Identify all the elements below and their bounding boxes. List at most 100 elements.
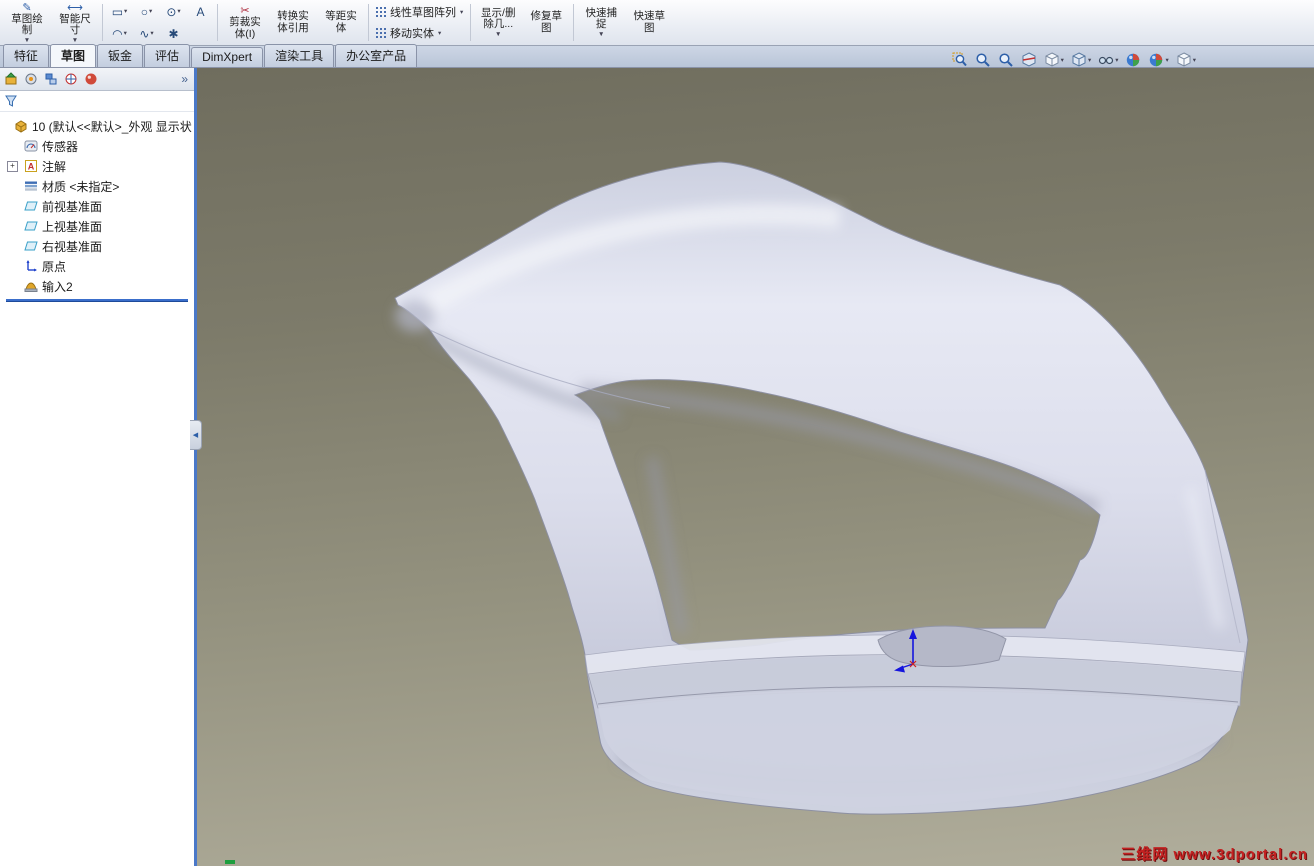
spline-tool-button[interactable]: ∿ ▾ — [133, 23, 160, 45]
edit-appearance-icon — [1125, 52, 1141, 68]
dimension-icon: ⟷ — [67, 1, 83, 14]
chevron-down-icon: ▼ — [495, 30, 502, 38]
tab-sheet-metal[interactable]: 钣金 — [97, 44, 144, 67]
tree-item-label: 传感器 — [42, 139, 79, 154]
tree-item-annotations[interactable]: + A 注解 — [0, 156, 194, 176]
display-delete-relations-button[interactable]: 显示/删 除几... ▼ — [474, 1, 522, 44]
filter-funnel-icon[interactable] — [4, 94, 18, 108]
tab-evaluate[interactable]: 评估 — [144, 44, 191, 67]
smart-dimension-button[interactable]: ⟷ 智能尺 寸 ▼ — [51, 1, 99, 44]
plane-icon — [24, 241, 38, 251]
repair-sketch-button[interactable]: 修复草 图 — [522, 1, 570, 44]
circle-tool-button[interactable]: ○ ▾ — [133, 1, 160, 23]
tree-item-top-plane[interactable]: 上视基准面 — [0, 216, 194, 236]
featuremanager-panel: » 10 (默认<<默认>_外观 显示状 传感器 + A 注解 材质 <未指定>… — [0, 68, 197, 866]
convert-entities-label: 转换实 体引用 — [277, 10, 309, 34]
section-view-button[interactable] — [1021, 52, 1037, 68]
linear-pattern-button[interactable]: 线性草图阵列 ▾ — [372, 3, 467, 22]
toolbar-separator — [102, 4, 103, 41]
tab-sketch[interactable]: 草图 — [50, 44, 97, 67]
tree-item-label: 原点 — [42, 259, 67, 274]
display-style-button[interactable]: ▾ — [1071, 52, 1091, 68]
sketch-button[interactable]: ✎ 草图绘 制 ▼ — [3, 1, 51, 44]
view-orientation-button[interactable]: ▾ — [1044, 52, 1064, 68]
linear-pattern-label: 线性草图阵列 — [390, 7, 456, 19]
chevron-down-icon: ▾ — [1087, 56, 1092, 64]
centerpoint-circle-tool-button[interactable]: ⊙ ▾ — [160, 1, 187, 23]
chevron-down-icon: ▾ — [1165, 56, 1169, 64]
previous-view-button[interactable] — [998, 52, 1014, 68]
tree-item-material[interactable]: 材质 <未指定> — [0, 176, 194, 196]
move-entities-button[interactable]: 移动实体 ▾ — [372, 24, 467, 43]
tree-item-front-plane[interactable]: 前视基准面 — [0, 196, 194, 216]
sketch-entity-grid: ▭ ▾ ○ ▾ ⊙ ▾ A ◠ ▾ ∿ ▾ ✱ — [106, 1, 214, 44]
imported-body-icon — [24, 282, 38, 292]
tree-item-right-plane[interactable]: 右视基准面 — [0, 236, 194, 256]
point-tool-button[interactable]: ✱ — [160, 23, 187, 45]
dimxpertmanager-tab-icon[interactable] — [64, 72, 78, 86]
tab-office-products[interactable]: 办公室产品 — [335, 44, 418, 67]
chevron-down-icon: ▾ — [1192, 56, 1196, 64]
view-orientation-icon — [1044, 52, 1060, 68]
tree-item-label: 上视基准面 — [42, 219, 103, 234]
panel-collapse-handle[interactable]: ◀ — [190, 420, 202, 450]
rapid-sketch-label: 快速草 图 — [633, 10, 666, 34]
rectangle-tool-button[interactable]: ▭ ▾ — [106, 1, 133, 23]
offset-entities-button[interactable]: 等距实 体 — [317, 1, 365, 44]
panel-overflow-chevron[interactable]: » — [181, 72, 190, 86]
plane-icon — [24, 221, 38, 231]
view-settings-button[interactable]: ▾ — [1176, 52, 1196, 68]
chevron-down-icon: ▾ — [1115, 56, 1119, 64]
tree-item-sensors[interactable]: 传感器 — [0, 136, 194, 156]
displaymanager-tab-icon[interactable] — [84, 72, 98, 86]
smart-dimension-label: 智能尺 寸 — [59, 12, 91, 36]
propertymanager-tab-icon[interactable] — [24, 72, 38, 86]
arc-tool-icon: ◠ — [112, 26, 123, 41]
tab-render-tools[interactable]: 渲染工具 — [264, 44, 335, 67]
text-tool-button[interactable]: A — [187, 1, 214, 23]
part-icon — [15, 120, 27, 133]
expand-plus-icon[interactable]: + — [7, 161, 18, 172]
hide-show-items-button[interactable]: ▾ — [1098, 52, 1118, 68]
tree-item-imported2[interactable]: 输入2 — [0, 276, 194, 296]
tree-item-origin[interactable]: 原点 — [0, 256, 194, 276]
chevron-down-icon: ▾ — [1060, 56, 1064, 64]
toolbar-separator — [573, 4, 575, 41]
feature-tree: 10 (默认<<默认>_外观 显示状 传感器 + A 注解 材质 <未指定> 前… — [0, 112, 194, 302]
tab-features[interactable]: 特征 — [3, 44, 50, 67]
tree-item-label: 输入2 — [42, 279, 73, 294]
convert-entities-button[interactable]: 转换实 体引用 — [269, 1, 317, 44]
move-entities-label: 移动实体 — [390, 28, 434, 40]
tree-filter-bar — [0, 91, 194, 112]
rollback-bar[interactable] — [6, 299, 188, 302]
quick-snaps-button[interactable]: 快速捕 捉 ▼ — [577, 1, 625, 44]
trim-entities-button[interactable]: ✂ 剪裁实 体(I) — [221, 1, 269, 44]
chevron-down-icon: ▾ — [460, 8, 464, 16]
zoom-fit-button[interactable] — [952, 52, 968, 68]
tree-root-part[interactable]: 10 (默认<<默认>_外观 显示状 — [0, 116, 194, 136]
manager-tab-strip: » — [0, 68, 194, 91]
edit-appearance-button[interactable] — [1125, 52, 1141, 68]
move-entities-icon — [376, 28, 378, 30]
chevron-down-icon: ▼ — [71, 36, 79, 44]
rapid-sketch-button[interactable]: 快速草 图 — [625, 1, 673, 44]
graphics-viewport[interactable]: 三维网 www.3dportal.cn — [197, 68, 1314, 866]
arc-tool-button[interactable]: ◠ ▾ — [106, 23, 133, 45]
tab-dimxpert[interactable]: DimXpert — [191, 47, 264, 67]
text-tool-icon: A — [196, 4, 205, 19]
material-icon — [25, 181, 37, 191]
configurationmanager-tab-icon[interactable] — [44, 72, 58, 86]
status-marker — [225, 860, 235, 864]
pattern-move-group: 线性草图阵列 ▾ 移动实体 ▾ — [372, 1, 467, 44]
tree-item-label: 前视基准面 — [42, 199, 103, 214]
display-style-icon — [1071, 52, 1087, 68]
annotations-icon: A — [25, 160, 37, 172]
heads-up-view-toolbar: ▾ ▾ ▾ ▾ ▾ — [952, 50, 1196, 70]
previous-view-icon — [998, 52, 1014, 68]
apply-scene-button[interactable]: ▾ — [1148, 52, 1169, 68]
tree-item-label: 材质 <未指定> — [42, 179, 120, 194]
model-3d-view[interactable] — [200, 68, 1314, 866]
zoom-area-button[interactable] — [975, 52, 991, 68]
featuremanager-tab-icon[interactable] — [4, 72, 18, 86]
base-pocket — [877, 625, 1007, 668]
